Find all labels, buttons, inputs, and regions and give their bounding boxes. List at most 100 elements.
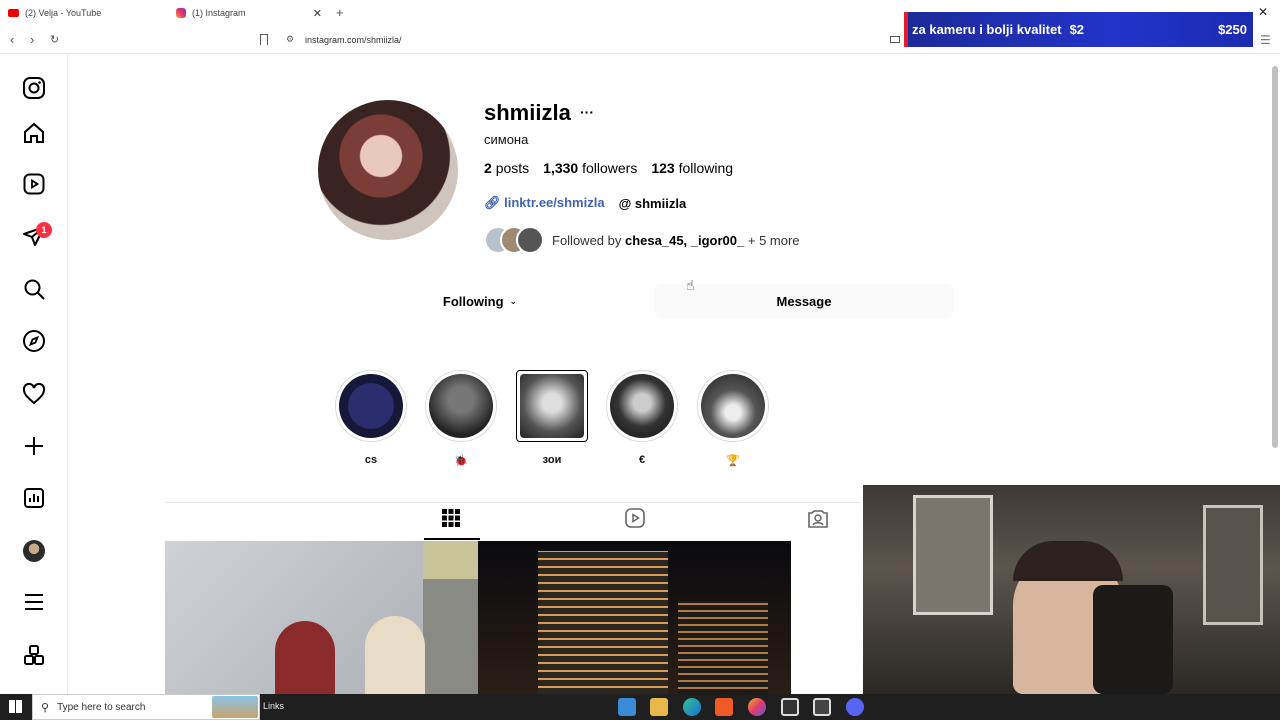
scrollbar-thumb[interactable] xyxy=(1272,66,1278,448)
tab-title: (1) Instagram xyxy=(192,8,246,18)
profile-stats: 2 posts 1,330 followers 123 following xyxy=(484,160,733,176)
opera-icon[interactable] xyxy=(748,698,766,716)
search-placeholder: Type here to search xyxy=(57,701,146,713)
profile-tabs xyxy=(165,502,860,540)
highlight-label: € xyxy=(638,454,646,466)
tagged-tab-icon[interactable] xyxy=(807,507,829,529)
mouse-cursor-icon: ☝ xyxy=(686,277,695,293)
forward-icon[interactable]: › xyxy=(30,32,34,47)
followers-stat[interactable]: 1,330 followers xyxy=(543,160,637,176)
capcut-icon[interactable] xyxy=(781,698,799,716)
followed-by-more: + 5 more xyxy=(747,232,800,248)
cast-icon[interactable] xyxy=(890,36,900,43)
capcut-alt-icon[interactable] xyxy=(813,698,831,716)
notification-badge: 1 xyxy=(36,222,52,238)
site-info-icon[interactable]: ⚙ xyxy=(286,34,294,45)
highlight-cover xyxy=(429,374,493,438)
insights-icon[interactable] xyxy=(22,486,46,510)
highlight-label: cs xyxy=(364,454,378,466)
profile-avatar[interactable] xyxy=(23,540,45,562)
highlight-item[interactable]: € xyxy=(606,370,678,466)
donation-amount: $2 xyxy=(1069,22,1085,37)
menu-icon[interactable] xyxy=(22,590,46,614)
posts-grid-icon[interactable] xyxy=(440,507,462,529)
post-image-detail xyxy=(275,621,335,694)
reels-tab-icon[interactable] xyxy=(624,507,646,529)
profile-links: 🔗︎ linktr.ee/shmizla @ shmiizla xyxy=(484,195,686,211)
followed-by[interactable]: Followed by chesa_45, _igor00_ + 5 more xyxy=(484,226,800,254)
following-label: Following xyxy=(442,293,504,309)
message-button[interactable]: Message xyxy=(654,284,954,318)
highlight-item[interactable]: 🐞 xyxy=(425,370,497,467)
links-toolbar[interactable]: Links xyxy=(263,701,284,711)
instagram-icon xyxy=(176,8,186,18)
apps-icon[interactable] xyxy=(22,643,46,667)
full-name: симона xyxy=(484,132,529,147)
windows-start-icon[interactable] xyxy=(9,700,22,713)
threads-handle: shmiizla xyxy=(634,195,687,211)
search-icon: ⚲ xyxy=(41,701,50,714)
threads-icon: @ xyxy=(618,195,632,211)
instagram-logo-icon[interactable] xyxy=(22,76,46,100)
explore-icon[interactable] xyxy=(22,329,46,353)
app-icon-1[interactable] xyxy=(618,698,636,716)
close-window-icon[interactable]: ✕ xyxy=(1258,5,1268,19)
highlight-cover xyxy=(701,374,765,438)
back-icon[interactable]: ‹ xyxy=(10,32,14,47)
post-image-detail xyxy=(678,601,768,694)
options-icon[interactable]: ··· xyxy=(580,104,594,120)
tab-youtube[interactable]: (2) Velja - YouTube xyxy=(0,0,168,26)
new-tab-button[interactable]: + xyxy=(336,5,344,20)
message-label: Message xyxy=(776,293,832,309)
followed-by-names: chesa_45, _igor00_ xyxy=(625,232,745,248)
active-tab-indicator xyxy=(424,538,480,540)
heart-icon[interactable] xyxy=(22,382,46,406)
highlight-item[interactable]: cs xyxy=(335,370,407,466)
link-icon: 🔗︎ xyxy=(484,195,501,210)
post-image-detail xyxy=(538,551,668,694)
tab-title: (2) Velja - YouTube xyxy=(25,8,102,18)
reload-icon[interactable]: ↻ xyxy=(50,33,59,46)
edge-icon[interactable] xyxy=(683,698,701,716)
highlight-cover xyxy=(339,374,403,438)
gaming-chair xyxy=(1093,585,1173,694)
youtube-icon xyxy=(8,9,19,17)
room-window xyxy=(1203,505,1263,625)
donation-banner: za kameru i bolji kvalitet $2 $250 xyxy=(904,12,1253,47)
post-thumbnail[interactable] xyxy=(478,541,791,694)
brave-icon[interactable] xyxy=(715,698,733,716)
follower-avatar xyxy=(516,226,544,254)
create-icon[interactable] xyxy=(22,434,46,458)
home-icon[interactable] xyxy=(22,121,46,145)
post-thumbnail[interactable] xyxy=(165,541,478,694)
file-explorer-icon[interactable] xyxy=(650,698,668,716)
profile-picture[interactable] xyxy=(318,100,458,240)
webcam-overlay xyxy=(863,485,1280,694)
tab-instagram[interactable]: (1) Instagram ✕ xyxy=(168,0,328,26)
close-tab-icon[interactable]: ✕ xyxy=(313,7,322,20)
external-link[interactable]: 🔗︎ linktr.ee/shmizla xyxy=(484,195,605,211)
bookmark-icon[interactable] xyxy=(260,34,268,45)
highlight-cover xyxy=(520,374,584,438)
post-image-detail xyxy=(423,541,478,694)
donation-total: $250 xyxy=(1218,22,1247,37)
following-button[interactable]: Following ⌄ xyxy=(390,284,570,318)
streamer-hair xyxy=(1013,541,1123,581)
url-field[interactable]: instagram.com/shmiizla/ xyxy=(305,35,402,45)
highlight-label: 🐞 xyxy=(454,455,468,467)
post-image-detail xyxy=(365,616,425,694)
highlight-cover xyxy=(610,374,674,438)
search-icon[interactable] xyxy=(22,277,46,301)
following-stat[interactable]: 123 following xyxy=(651,160,733,176)
threads-link[interactable]: @ shmiizla xyxy=(619,196,687,211)
browser-menu-icon[interactable]: ☰ xyxy=(1260,33,1271,47)
highlight-item[interactable]: 🏆 xyxy=(697,370,769,467)
search-highlight-image xyxy=(212,696,258,718)
donation-message: za kameru i bolji kvalitet xyxy=(912,22,1062,37)
highlight-label: 🏆 xyxy=(726,455,740,467)
highlight-item[interactable]: зои xyxy=(516,370,588,466)
chevron-down-icon: ⌄ xyxy=(509,295,518,306)
discord-icon[interactable] xyxy=(846,698,864,716)
window-blinds xyxy=(913,495,993,615)
reels-icon[interactable] xyxy=(22,172,46,196)
